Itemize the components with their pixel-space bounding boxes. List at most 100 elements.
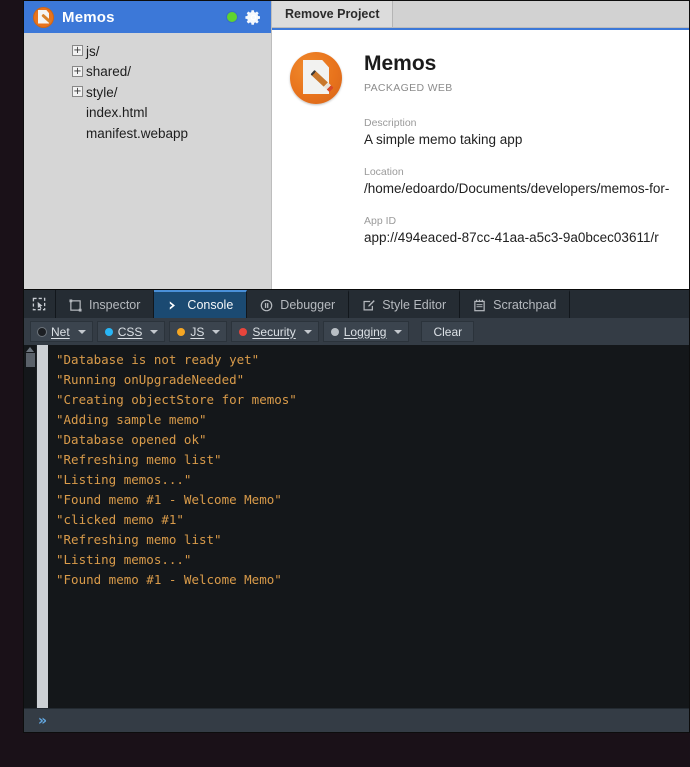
field-value: /home/edoardo/Documents/developers/memos…	[364, 181, 670, 197]
expander-icon[interactable]: +	[72, 45, 83, 56]
filter-css[interactable]: CSS	[96, 321, 166, 342]
tree-item-index-html[interactable]: index.html	[24, 103, 271, 124]
console-message: "Found memo #1 - Welcome Memo"	[56, 492, 282, 507]
window-upper-section: Memos + js/ + shared/ + style/ index.htm…	[24, 1, 689, 289]
console-message: "clicked memo #1"	[56, 512, 184, 527]
scratchpad-icon	[474, 299, 485, 311]
tab-scratchpad[interactable]: Scratchpad	[460, 290, 571, 318]
console-scrollbar[interactable]	[24, 345, 37, 708]
console-message: "Listing memos..."	[56, 472, 192, 487]
app-manager-window: Memos + js/ + shared/ + style/ index.htm…	[23, 0, 690, 733]
js-color-dot	[177, 327, 186, 336]
console-message: "Database opened ok"	[56, 432, 207, 447]
tab-label: Console	[187, 298, 234, 312]
security-color-dot	[239, 327, 248, 336]
scroll-up-arrow-icon[interactable]	[26, 347, 34, 352]
filter-security[interactable]: Security	[231, 321, 319, 342]
project-panel: Memos + js/ + shared/ + style/ index.htm…	[24, 1, 272, 289]
logging-color-dot	[330, 327, 339, 336]
tabstrip-filler	[393, 1, 689, 27]
chevron-down-icon[interactable]	[212, 329, 221, 334]
app-type-label: PACKAGED WEB	[364, 82, 453, 95]
filter-net[interactable]: Net	[30, 321, 93, 342]
gear-icon[interactable]	[245, 9, 262, 26]
tab-inspector[interactable]: Inspector	[56, 290, 155, 318]
filter-label: Net	[51, 324, 70, 339]
field-description: Description A simple memo taking app	[364, 117, 689, 147]
remove-project-button[interactable]: Remove Project	[272, 1, 394, 27]
console-message: "Adding sample memo"	[56, 412, 207, 427]
tab-label: Style Editor	[382, 298, 447, 312]
tree-item-manifest-webapp[interactable]: manifest.webapp	[24, 123, 271, 144]
tab-style-editor[interactable]: Style Editor	[349, 290, 461, 318]
app-info-column: Memos PACKAGED WEB Description A simple …	[364, 52, 689, 289]
tree-item-js[interactable]: + js/	[24, 41, 271, 62]
field-location: Location /home/edoardo/Documents/develop…	[364, 166, 689, 196]
console-command-input[interactable]: »	[24, 708, 689, 732]
tab-console[interactable]: Console	[154, 290, 248, 318]
expander-icon[interactable]: +	[72, 86, 83, 97]
tree-item-label: js/	[86, 43, 100, 59]
style-editor-icon	[363, 299, 375, 311]
field-label: App ID	[364, 215, 397, 228]
css-color-dot	[104, 327, 113, 336]
console-icon	[170, 300, 176, 310]
tab-label: Debugger	[280, 298, 336, 312]
inspector-icon	[69, 298, 82, 312]
field-app-id: App ID app://494eaced-87cc-41aa-a5c3-9a0…	[364, 215, 689, 245]
app-name: Memos	[364, 52, 437, 75]
detail-tabstrip: Remove Project	[272, 1, 689, 28]
tree-item-label: style/	[86, 84, 118, 100]
file-tree[interactable]: + js/ + shared/ + style/ index.html mani…	[24, 33, 271, 289]
net-color-dot	[38, 327, 46, 336]
tab-label: Inspector	[89, 298, 141, 312]
console-output-area: "Database is not ready yet" "Running onU…	[24, 345, 689, 708]
tab-debugger[interactable]: Debugger	[247, 290, 350, 318]
console-message: "Running onUpgradeNeeded"	[56, 372, 245, 387]
filter-logging[interactable]: Logging	[322, 321, 410, 342]
prompt-chevron-icon: »	[38, 712, 48, 729]
console-message: "Refreshing memo list"	[56, 452, 222, 467]
tree-item-label: shared/	[86, 64, 132, 80]
field-label: Location	[364, 166, 404, 179]
debugger-icon	[260, 299, 273, 311]
app-detail-panel: Remove Project Memos PACKAGED WEB Descri…	[272, 1, 689, 289]
console-message: "Database is not ready yet"	[56, 352, 260, 367]
tree-item-shared[interactable]: + shared/	[24, 62, 271, 83]
console-filter-toolbar: Net CSS JS Security Logging Clear	[24, 318, 689, 345]
chevron-down-icon[interactable]	[303, 329, 312, 334]
filter-label: Security	[252, 324, 296, 339]
chevron-down-icon[interactable]	[77, 329, 86, 334]
chevron-down-icon[interactable]	[394, 329, 403, 334]
console-message: "Listing memos..."	[56, 552, 192, 567]
tree-item-style[interactable]: + style/	[24, 82, 271, 103]
devtools-tabbar: Inspector Console Debugger Style Editor …	[24, 290, 689, 318]
memos-app-icon-small	[33, 6, 54, 28]
expander-icon[interactable]: +	[72, 65, 83, 77]
console-message: "Refreshing memo list"	[56, 532, 222, 547]
tab-label: Scratchpad	[493, 298, 557, 312]
scrollbar-thumb[interactable]	[25, 353, 35, 367]
field-value: app://494eaced-87cc-41aa-a5c3-9a0bcec036…	[364, 230, 659, 246]
project-header: Memos	[24, 1, 271, 33]
tree-item-label: manifest.webapp	[86, 125, 189, 141]
tree-item-label: index.html	[86, 105, 148, 121]
filter-js[interactable]: JS	[169, 321, 228, 342]
console-gutter	[37, 345, 48, 708]
element-picker-icon[interactable]	[24, 290, 56, 318]
console-message: "Found memo #1 - Welcome Memo"	[56, 572, 282, 587]
filter-label: CSS	[117, 324, 143, 339]
clear-console-button[interactable]: Clear	[421, 321, 475, 342]
field-value: A simple memo taking app	[364, 132, 523, 148]
green-status-dot	[227, 12, 237, 22]
devtools-panel: Inspector Console Debugger Style Editor …	[24, 289, 689, 732]
memos-app-icon-large	[290, 52, 342, 104]
project-title: Memos	[62, 8, 115, 26]
console-message-list[interactable]: "Database is not ready yet" "Running onU…	[48, 345, 689, 708]
filter-label: JS	[190, 324, 205, 339]
chevron-down-icon[interactable]	[150, 329, 159, 334]
field-label: Description	[364, 117, 417, 130]
console-message: "Creating objectStore for memos"	[56, 392, 297, 407]
app-detail-body: Memos PACKAGED WEB Description A simple …	[272, 28, 689, 289]
filter-label: Logging	[343, 324, 387, 339]
